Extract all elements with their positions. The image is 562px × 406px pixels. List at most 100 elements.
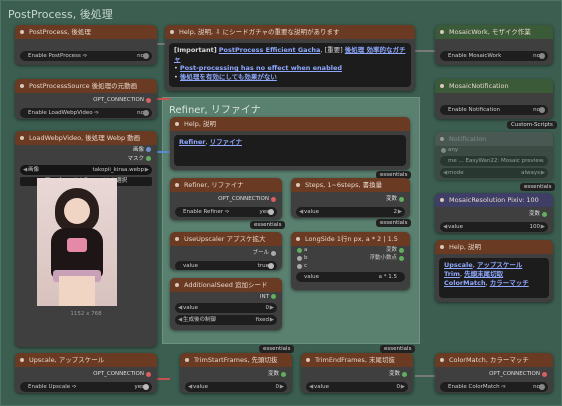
help-top-node[interactable]: Help, 説明, ⇩ にシードガチャの重要な説明があります [Importan… xyxy=(165,25,415,91)
output-slot[interactable]: 変数 xyxy=(440,209,548,220)
collapse-dot-icon[interactable] xyxy=(440,198,444,202)
collapse-dot-icon[interactable] xyxy=(175,122,179,126)
decrement-arrow-icon[interactable]: ◀ xyxy=(188,382,192,392)
postprocess-source-node[interactable]: PostProcessSource 後処理の元動画 OPT_CONNECTION… xyxy=(15,79,157,119)
node-header[interactable]: MosaicWork, モザイク作業 xyxy=(435,25,553,39)
collapse-dot-icon[interactable] xyxy=(20,136,24,140)
help-right-node[interactable]: Help, 説明 Upscale, アップスケール Trim, 先頭末尾切取 C… xyxy=(435,240,553,302)
output-socket-icon[interactable] xyxy=(271,251,276,256)
trim-link[interactable]: Trim xyxy=(444,270,460,278)
enable-refiner-toggle[interactable]: Enable Refiner ➩ yes xyxy=(175,207,277,217)
decrement-arrow-icon[interactable]: ◀ xyxy=(178,303,182,313)
steps-node[interactable]: Steps, 1~6steps, 書換量 変数 ◀ value 2 ▶ xyxy=(291,178,410,218)
output-slot[interactable]: OPT_CONNECTION xyxy=(20,369,152,380)
io-row-a[interactable]: a 変数 xyxy=(296,247,405,254)
collapse-dot-icon[interactable] xyxy=(440,30,444,34)
enable-upscale-toggle[interactable]: Enable Upscale ➩ yes xyxy=(20,382,152,392)
collapse-dot-icon[interactable] xyxy=(440,358,444,362)
node-header[interactable]: Refiner, リファイナ xyxy=(170,178,282,192)
postprocess-node[interactable]: PostProcess, 後処理 Enable PostProcess ➩ no xyxy=(15,25,157,65)
node-header[interactable]: AdditionalSeed 追加シード xyxy=(170,278,282,292)
node-header[interactable]: PostProcessSource 後処理の元動画 xyxy=(15,79,157,93)
enable-colormatch-toggle[interactable]: Enable ColorMatch ➩ no xyxy=(440,382,548,392)
upscale-ja-link[interactable]: アップスケール xyxy=(477,261,523,269)
node-header[interactable]: Help, 説明 xyxy=(170,117,410,131)
longside-expression-widget[interactable]: value a * 1.5 xyxy=(296,272,405,282)
toggle-knob-icon[interactable] xyxy=(143,110,149,116)
node-header[interactable]: Steps, 1~6steps, 書換量 xyxy=(291,178,410,192)
output-slot[interactable]: OPT_CONNECTION xyxy=(175,194,277,205)
toggle-knob-icon[interactable] xyxy=(539,384,545,390)
next-arrow-icon[interactable]: ▶ xyxy=(541,168,545,178)
output-slot-image[interactable]: 画像 xyxy=(20,146,152,154)
increment-arrow-icon[interactable]: ▶ xyxy=(398,207,402,217)
output-socket-icon[interactable] xyxy=(399,197,404,202)
collapse-dot-icon[interactable] xyxy=(296,183,300,187)
node-header[interactable]: TrimStartFrames, 先頭切抜 xyxy=(180,353,292,367)
output-socket-icon[interactable] xyxy=(281,372,286,377)
next-arrow-icon[interactable]: ▶ xyxy=(145,165,149,175)
control-after-generate-widget[interactable]: ◀ 生成後の制御 fixed ▶ xyxy=(175,315,277,325)
toggle-knob-icon[interactable] xyxy=(143,384,149,390)
output-socket-icon[interactable] xyxy=(146,372,151,377)
output-socket-icon[interactable] xyxy=(399,256,404,261)
output-socket-icon[interactable] xyxy=(402,372,407,377)
node-header[interactable]: Help, 説明 xyxy=(435,240,553,254)
next-arrow-icon[interactable]: ▶ xyxy=(270,315,274,325)
refiner-ja-link[interactable]: リファイナ xyxy=(210,138,242,146)
node-header[interactable]: PostProcess, 後処理 xyxy=(15,25,157,39)
load-webp-node[interactable]: LoadWebpVideo, 後処理 Webp 動画 画像 マスク ◀ 画像 t… xyxy=(15,131,157,347)
input-socket-icon[interactable] xyxy=(297,256,302,261)
output-socket-icon[interactable] xyxy=(399,248,404,253)
collapse-dot-icon[interactable] xyxy=(440,137,444,141)
refiner-node[interactable]: Refiner, リファイナ OPT_CONNECTION Enable Ref… xyxy=(170,178,282,220)
enable-mosaic-work-toggle[interactable]: Enable MosaicWork no xyxy=(440,51,548,61)
increment-arrow-icon[interactable]: ▶ xyxy=(270,303,274,313)
decrement-arrow-icon[interactable]: ◀ xyxy=(299,207,303,217)
file-select[interactable]: ◀ 画像 takopii_kiraa.webp ▶ xyxy=(20,165,152,175)
node-header[interactable]: LoadWebpVideo, 後処理 Webp 動画 xyxy=(15,131,157,145)
toggle-knob-icon[interactable] xyxy=(539,107,545,113)
output-socket-icon[interactable] xyxy=(271,197,276,202)
node-header[interactable]: MosaicResolution Pixiv: 100 xyxy=(435,193,553,207)
output-slot[interactable]: 変数 xyxy=(306,369,408,380)
io-row-c[interactable]: c xyxy=(296,263,405,270)
seed-value-widget[interactable]: ◀ value 0 ▶ xyxy=(175,303,277,313)
decrement-arrow-icon[interactable]: ◀ xyxy=(309,382,313,392)
input-socket-icon[interactable] xyxy=(297,264,302,269)
mosaic-resolution-node[interactable]: MosaicResolution Pixiv: 100 変数 ◀ value 1… xyxy=(435,193,553,233)
output-socket-icon[interactable] xyxy=(542,212,547,217)
prev-arrow-icon[interactable]: ◀ xyxy=(443,168,447,178)
bullet-text[interactable]: Post-processing has no effect when enabl… xyxy=(180,64,342,72)
decrement-arrow-icon[interactable]: ◀ xyxy=(443,222,447,232)
mosaic-notification-node[interactable]: MosaicNotification Enable Notification n… xyxy=(435,79,553,119)
upscale-link[interactable]: Upscale xyxy=(444,261,473,269)
output-socket-icon[interactable] xyxy=(271,294,276,299)
collapse-dot-icon[interactable] xyxy=(440,245,444,249)
output-slot[interactable]: 変数 xyxy=(296,194,405,205)
input-socket-icon[interactable] xyxy=(297,248,302,253)
output-socket-icon[interactable] xyxy=(146,156,151,161)
upscale-node[interactable]: Upscale, アップスケール OPT_CONNECTION Enable U… xyxy=(15,353,157,393)
output-slot[interactable]: OPT_CONNECTION xyxy=(440,369,548,380)
trim-start-node[interactable]: TrimStartFrames, 先頭切抜 変数 ◀ value 0 ▶ xyxy=(180,353,292,393)
bullet-text[interactable]: 後処理を有効にしても効果がない xyxy=(180,73,277,81)
io-row-b[interactable]: b 浮動小数点 xyxy=(296,255,405,262)
collapse-dot-icon[interactable] xyxy=(175,283,179,287)
collapse-dot-icon[interactable] xyxy=(20,84,24,88)
collapse-dot-icon[interactable] xyxy=(175,237,179,241)
color-match-node[interactable]: ColorMatch, カラーマッチ OPT_CONNECTION Enable… xyxy=(435,353,553,393)
collapse-dot-icon[interactable] xyxy=(20,30,24,34)
node-header[interactable]: Help, 説明, ⇩ にシードガチャの重要な説明があります xyxy=(165,25,415,39)
notification-node[interactable]: Notification any me ... EasyWan22: Mosai… xyxy=(435,132,553,180)
trim-start-widget[interactable]: ◀ value 0 ▶ xyxy=(185,382,287,392)
trim-ja-link[interactable]: 先頭末尾切取 xyxy=(464,270,503,278)
collapse-dot-icon[interactable] xyxy=(20,358,24,362)
increment-arrow-icon[interactable]: ▶ xyxy=(401,382,405,392)
node-header[interactable]: ColorMatch, カラーマッチ xyxy=(435,353,553,367)
node-header[interactable]: Notification xyxy=(435,132,553,146)
output-slot[interactable]: INT xyxy=(175,293,277,301)
use-upscaler-toggle[interactable]: value true xyxy=(175,261,277,270)
prev-arrow-icon[interactable]: ◀ xyxy=(178,315,182,325)
collapse-dot-icon[interactable] xyxy=(440,84,444,88)
